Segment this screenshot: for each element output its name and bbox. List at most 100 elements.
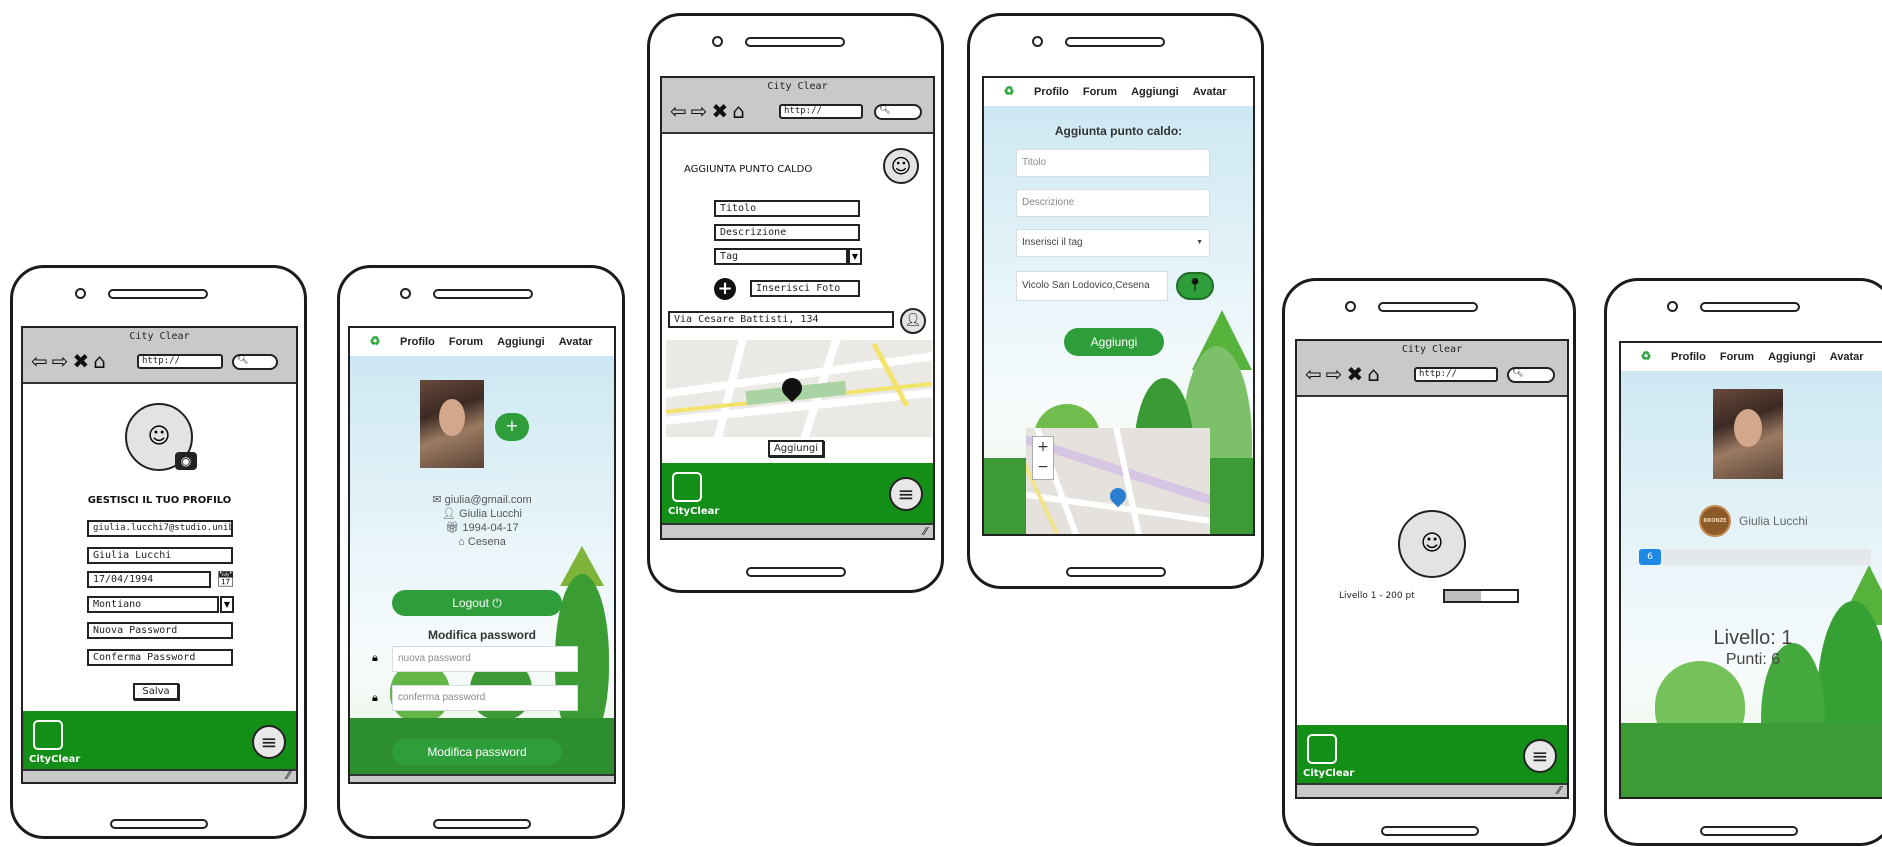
forward-arrow-icon[interactable]: ⇨ — [691, 101, 708, 121]
back-arrow-icon[interactable]: ⇦ — [31, 351, 48, 371]
nav-forum[interactable]: Forum — [1083, 86, 1117, 98]
description-field[interactable]: Descrizione — [714, 224, 860, 241]
phone-avatar-sketch: City Clear ⇦ ⇨ ✖ ⌂ http:// 🔍︎ ☺ Livello … — [1282, 278, 1576, 846]
url-field[interactable]: http:// — [137, 354, 223, 369]
plus-circle-icon[interactable]: + — [714, 278, 736, 300]
bottom-bar: ⁄⁄ — [1297, 783, 1567, 797]
home-icon[interactable]: ⌂ — [732, 101, 745, 121]
top-nav: ♻ Profilo Forum Aggiungi Avatar — [984, 78, 1253, 106]
confirm-password-input[interactable]: conferma password — [392, 685, 578, 711]
search-field[interactable]: 🔍︎ — [232, 354, 278, 370]
change-password-title: Modifica password — [427, 628, 537, 642]
footer-label: CityClear — [29, 754, 81, 765]
close-icon[interactable]: ✖ — [73, 351, 90, 371]
location-icon[interactable]: 👤︎ — [900, 308, 926, 334]
save-button[interactable]: Salva — [133, 683, 179, 700]
nav-profilo[interactable]: Profilo — [400, 336, 435, 348]
logo-icon[interactable]: ♻ — [364, 334, 386, 350]
points-text: Punti: 6 — [1725, 651, 1781, 668]
nav-aggiungi[interactable]: Aggiungi — [1131, 86, 1179, 98]
mail-icon: ✉ — [432, 494, 442, 506]
title-field[interactable]: Titolo — [714, 200, 860, 217]
nav-forum[interactable]: Forum — [1720, 351, 1754, 363]
bottom-bar — [350, 774, 614, 782]
nav-aggiungi[interactable]: Aggiungi — [1768, 351, 1816, 363]
add-button[interactable]: Aggiungi — [768, 440, 824, 457]
zoom-in-button[interactable]: + — [1033, 437, 1053, 457]
new-password-input[interactable]: nuova password — [392, 646, 578, 672]
level-progress — [1443, 589, 1519, 603]
name-field[interactable]: Giulia Lucchi — [87, 547, 233, 564]
chevron-down-icon[interactable]: ▼ — [220, 596, 234, 613]
city-select[interactable]: Montiano — [87, 596, 219, 613]
nav-avatar[interactable]: Avatar — [1830, 351, 1864, 363]
nav-avatar[interactable]: Avatar — [559, 336, 593, 348]
tag-select[interactable]: Tag — [714, 248, 848, 265]
lock-icon: 🔒︎ — [372, 651, 378, 664]
email-field[interactable]: giulia.lucchi7@studio.unibo.it — [87, 520, 233, 537]
home-icon[interactable]: ⌂ — [1367, 364, 1380, 384]
app-footer: CityClear ≡ — [1297, 725, 1567, 787]
close-icon[interactable]: ✖ — [712, 101, 729, 121]
tag-select[interactable]: Inserisci il tag ▼ — [1016, 229, 1210, 257]
close-icon[interactable]: ✖ — [1347, 364, 1364, 384]
search-field[interactable]: 🔍︎ — [1507, 367, 1555, 383]
profile-photo — [1713, 389, 1783, 479]
forward-arrow-icon[interactable]: ⇨ — [52, 351, 69, 371]
screen: City Clear ⇦ ⇨ ✖ ⌂ http:// 🔍︎ AGGIUNTA P… — [660, 76, 935, 540]
change-password-button[interactable]: Modifica password — [392, 739, 562, 765]
new-password-field[interactable]: Nuova Password — [87, 622, 233, 639]
avatar[interactable]: ☺ — [1398, 510, 1466, 578]
page-title: GESTISCI IL TUO PROFILO — [87, 495, 232, 506]
logo-icon[interactable]: ♻ — [998, 84, 1020, 100]
phone-add-hotspot-sketch: City Clear ⇦ ⇨ ✖ ⌂ http:// 🔍︎ AGGIUNTA P… — [647, 13, 944, 593]
logout-button[interactable]: Logout ⏻ — [392, 590, 562, 616]
email-text: giulia@gmail.com — [444, 494, 532, 506]
resize-icon: ⁄⁄ — [286, 769, 290, 782]
chevron-down-icon[interactable]: ▼ — [848, 248, 862, 265]
description-input[interactable]: Descrizione — [1016, 189, 1210, 217]
camera-icon[interactable]: ◉ — [175, 452, 197, 470]
back-arrow-icon[interactable]: ⇦ — [670, 101, 687, 121]
gift-icon: 🎁︎ — [445, 522, 460, 534]
logo-icon[interactable]: ♻ — [1635, 349, 1657, 365]
home-icon[interactable]: ⌂ — [93, 351, 106, 371]
back-arrow-icon[interactable]: ⇦ — [1305, 364, 1322, 384]
address-field[interactable]: Via Cesare Battisti, 134 — [668, 311, 894, 328]
phone-add-hotspot: ♻ Profilo Forum Aggiungi Avatar Aggiunta… — [967, 13, 1264, 589]
browser-chrome: City Clear ⇦ ⇨ ✖ ⌂ http:// 🔍︎ — [1297, 341, 1567, 397]
add-button[interactable]: Aggiungi — [1064, 328, 1164, 356]
nav-profilo[interactable]: Profilo — [1671, 351, 1706, 363]
map[interactable]: + − — [1026, 428, 1210, 534]
nav-avatar[interactable]: Avatar — [1193, 86, 1227, 98]
search-field[interactable]: 🔍︎ — [874, 104, 922, 120]
hamburger-icon[interactable]: ≡ — [889, 477, 923, 511]
nav-aggiungi[interactable]: Aggiungi — [497, 336, 545, 348]
avatar[interactable]: ☺ — [883, 148, 919, 184]
zoom-out-button[interactable]: − — [1033, 457, 1053, 477]
nav-forum[interactable]: Forum — [449, 336, 483, 348]
date-field[interactable]: 17/04/1994 — [87, 571, 211, 588]
hamburger-icon[interactable]: ≡ — [1523, 739, 1557, 773]
page-title: AGGIUNTA PUNTO CALDO — [684, 164, 813, 175]
url-field[interactable]: http:// — [1414, 367, 1498, 382]
hamburger-icon[interactable]: ≡ — [252, 725, 286, 759]
forward-arrow-icon[interactable]: ⇨ — [1326, 364, 1343, 384]
url-field[interactable]: http:// — [779, 104, 863, 119]
calendar-icon[interactable]: 📅︎ — [216, 570, 235, 588]
phone-avatar: ♻ Profilo Forum Aggiungi Avatar BRONZE G… — [1604, 278, 1882, 846]
lock-icon: 🔒︎ — [372, 691, 378, 704]
address-input[interactable]: Vicolo San Lodovico,Cesena — [1016, 271, 1168, 301]
photo-field[interactable]: Inserisci Foto — [750, 280, 860, 297]
confirm-password-field[interactable]: Conferma Password — [87, 649, 233, 666]
location-button[interactable]: 📍︎ — [1176, 272, 1214, 300]
screen: ♻ Profilo Forum Aggiungi Avatar BRONZE G… — [1619, 341, 1882, 799]
screen: City Clear ⇦ ⇨ ✖ ⌂ http:// 🔍︎ ☺ ◉ GESTIS… — [21, 326, 298, 784]
map[interactable] — [666, 340, 932, 437]
nav-profilo[interactable]: Profilo — [1034, 86, 1069, 98]
search-icon: 🔍︎ — [1512, 368, 1524, 378]
add-photo-button[interactable]: + — [495, 413, 529, 441]
user-name: Giulia Lucchi — [1739, 514, 1808, 528]
level-text: Livello: 1 — [1713, 627, 1793, 649]
title-input[interactable]: Titolo — [1016, 149, 1210, 177]
